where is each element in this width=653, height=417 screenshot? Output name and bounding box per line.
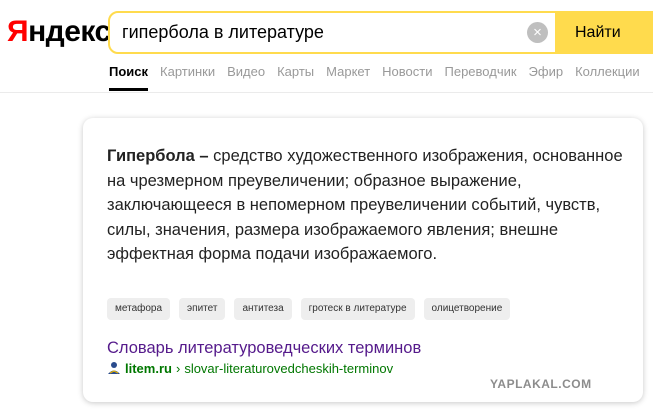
related-chips: метафора эпитет антитеза гротеск в литерату… <box>107 298 519 320</box>
search-button-label: Найти <box>575 24 621 41</box>
watermark: YAPLAKAL.COM <box>490 377 592 391</box>
tab-translator[interactable]: Переводчик <box>445 63 517 88</box>
source-domain-link[interactable]: litem.ru <box>125 361 172 376</box>
definition-text: Гипербола – средство художественного изо… <box>107 144 632 267</box>
tab-maps[interactable]: Карты <box>277 63 314 88</box>
yandex-logo[interactable]: Яндекс <box>7 15 111 49</box>
header-divider <box>0 92 653 93</box>
tab-efir[interactable]: Эфир <box>529 63 564 88</box>
tab-collections[interactable]: Коллекции <box>575 63 640 88</box>
tab-video[interactable]: Видео <box>227 63 265 88</box>
definition-term: Гипербола – <box>107 147 209 165</box>
search-button-arrow <box>643 13 651 52</box>
search-input[interactable] <box>122 13 517 52</box>
breadcrumb-separator: › <box>175 361 181 376</box>
clear-icon[interactable]: × <box>527 22 548 43</box>
tab-market[interactable]: Маркет <box>326 63 370 88</box>
logo-rest: ндекс <box>28 15 111 48</box>
chip-personification[interactable]: олицетворение <box>423 298 511 320</box>
chip-grotesque[interactable]: гротеск в литературе <box>300 298 415 320</box>
chip-epithet[interactable]: эпитет <box>179 298 226 320</box>
tab-news[interactable]: Новости <box>382 63 432 88</box>
search-tabs: Поиск Картинки Видео Карты Маркет Новости Пере… <box>109 63 653 93</box>
chip-metaphor[interactable]: метафора <box>107 298 171 320</box>
tab-images[interactable]: Картинки <box>160 63 215 88</box>
definition-card: Гипербола – средство художественного изо… <box>83 118 643 402</box>
reader-icon <box>108 362 120 374</box>
logo-first-letter: Я <box>7 15 29 48</box>
search-bar: × Найти <box>108 11 653 54</box>
tab-search[interactable]: Поиск <box>109 63 149 91</box>
chip-antithesis[interactable]: антитеза <box>234 298 292 320</box>
source-line: litem.ru › slovar-literaturovedcheskih-ter… <box>107 360 393 378</box>
search-button[interactable]: Найти <box>555 13 651 52</box>
source-title-link[interactable]: Словарь литературоведческих терминов <box>107 338 421 358</box>
source-path-link[interactable]: slovar-literaturovedcheskih-terminov <box>184 361 393 376</box>
